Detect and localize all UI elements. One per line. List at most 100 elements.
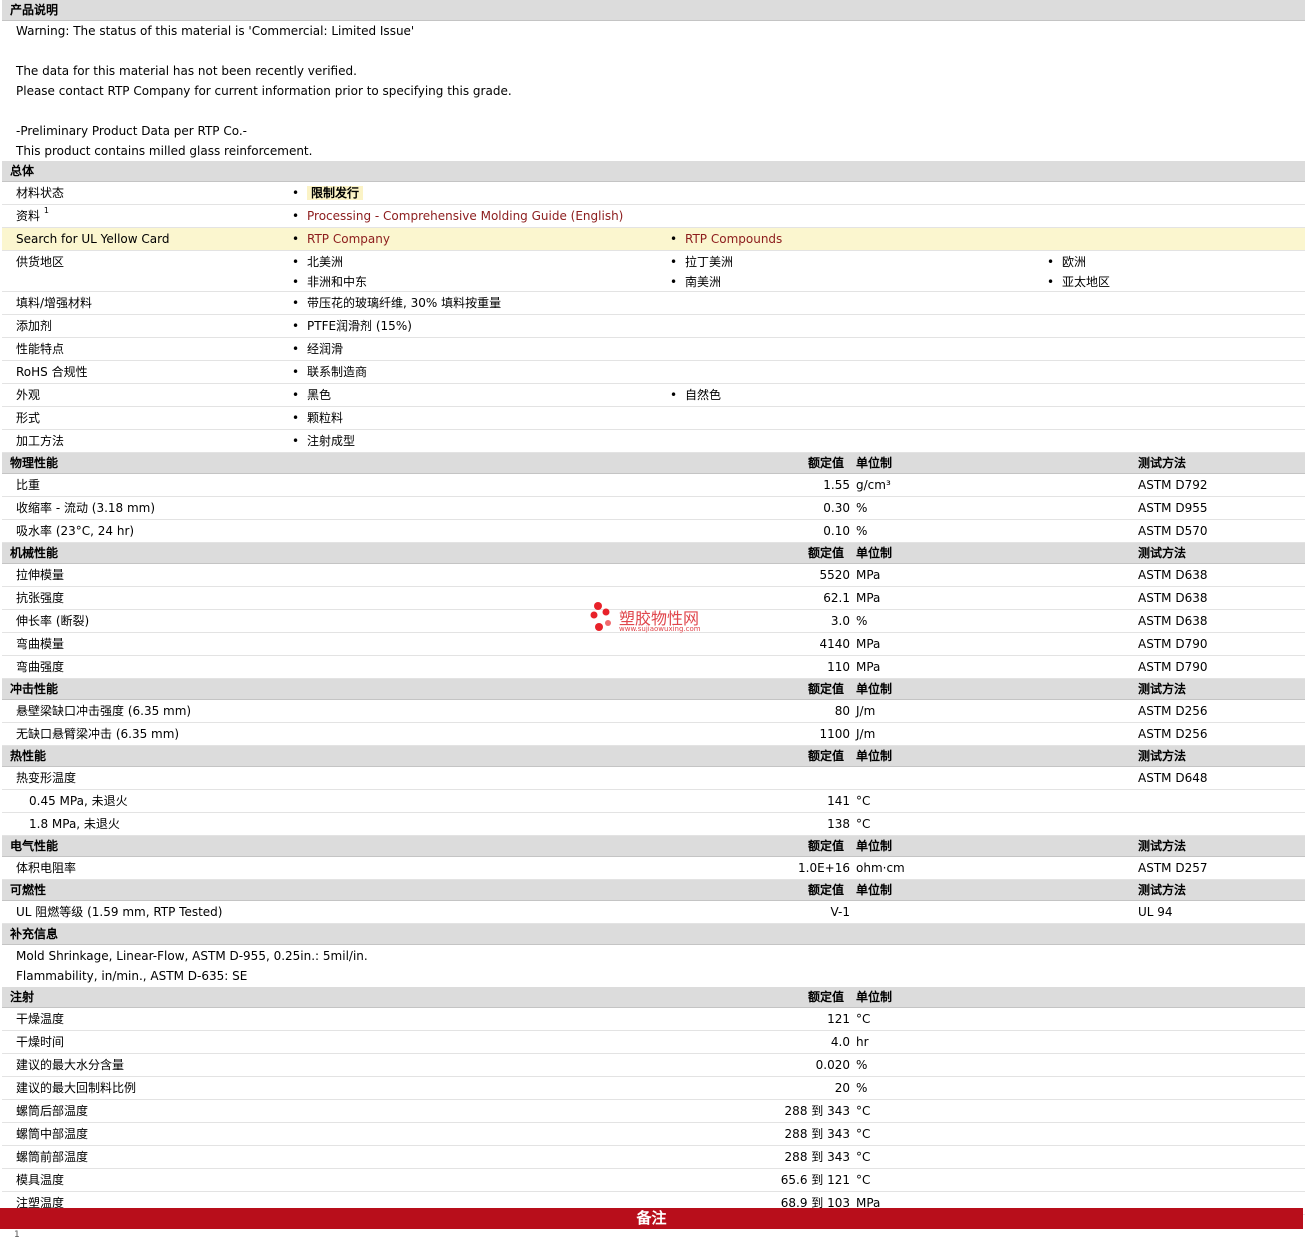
region-item: 欧洲 (1047, 251, 1086, 273)
property-label: 螺筒前部温度 (16, 1150, 89, 1164)
property-row: 收缩率 - 流动 (3.18 mm) 0.30 % ASTM D955 (2, 497, 1305, 520)
property-unit: % (856, 614, 868, 628)
property-unit: g/cm³ (856, 478, 891, 492)
property-unit: MPa (856, 568, 881, 582)
property-row: 模具温度 65.6 到 121 °C (2, 1169, 1305, 1192)
section-title: 机械性能 (10, 546, 59, 560)
property-label: 弯曲模量 (16, 637, 65, 651)
value-header: 额定值 (808, 883, 845, 897)
test-method: ASTM D638 (1138, 614, 1208, 628)
property-row: 干燥温度 121 °C (2, 1008, 1305, 1031)
property-value: 0.020 (815, 1058, 850, 1072)
property-label: 模具温度 (16, 1173, 65, 1187)
footnote-ref: 1 (43, 206, 49, 215)
appearance-value: 自然色 (670, 384, 721, 406)
watermark-url: www.sujiaowuxing.com (619, 625, 701, 633)
processing-guide-link[interactable]: Processing - Comprehensive Molding Guide… (307, 209, 623, 223)
rohs-value: 联系制造商 (292, 361, 367, 383)
property-label: 体积电阻率 (16, 861, 77, 875)
property-row: 建议的最大回制料比例 20 % (2, 1077, 1305, 1100)
property-value: 1.55 (823, 478, 850, 492)
description-line (16, 41, 1305, 61)
property-value: 288 到 343 (784, 1150, 850, 1164)
section-header-thermal: 热性能 额定值 单位制 测试方法 (2, 746, 1305, 767)
supplement-line: Mold Shrinkage, Linear-Flow, ASTM D-955,… (16, 949, 368, 963)
property-unit: ohm·cm (856, 861, 905, 875)
property-row: 吸水率 (23°C, 24 hr) 0.10 % ASTM D570 (2, 520, 1305, 543)
value-header: 额定值 (808, 682, 845, 696)
property-label: 吸水率 (23°C, 24 hr) (16, 524, 135, 538)
property-row: 无缺口悬臂梁冲击 (6.35 mm) 1100 J/m ASTM D256 (2, 723, 1305, 746)
test-method: ASTM D790 (1138, 660, 1208, 674)
property-row: 体积电阻率 1.0E+16 ohm·cm ASTM D257 (2, 857, 1305, 880)
region-item: 拉丁美洲 (670, 251, 733, 273)
property-unit: % (856, 501, 868, 515)
general-row-ul: Search for UL Yellow Card RTP Company RT… (2, 228, 1305, 251)
property-value: 121 (827, 1012, 850, 1026)
row-label: 添加剂 (16, 319, 53, 333)
property-value: 65.6 到 121 (780, 1173, 850, 1187)
section-title: 物理性能 (10, 456, 59, 470)
test-method: ASTM D256 (1138, 704, 1208, 718)
rtp-compounds-link[interactable]: RTP Compounds (685, 232, 782, 246)
general-row-rohs: RoHS 合规性 联系制造商 (2, 361, 1305, 384)
general-row-additive: 添加剂 PTFE润滑剂 (15%) (2, 315, 1305, 338)
property-unit: MPa (856, 637, 881, 651)
general-row-form: 形式 颗粒料 (2, 407, 1305, 430)
footnote-marker: 1 (14, 1230, 20, 1240)
property-value: 1.0E+16 (798, 861, 850, 875)
row-label: 性能特点 (16, 342, 65, 356)
test-method: ASTM D638 (1138, 568, 1208, 582)
property-label: 1.8 MPa, 未退火 (29, 817, 120, 831)
additive-value: PTFE润滑剂 (15%) (292, 315, 412, 337)
row-label: Search for UL Yellow Card (16, 232, 170, 246)
value-header: 额定值 (808, 839, 845, 853)
docs-item: Processing - Comprehensive Molding Guide… (292, 205, 623, 227)
value-header: 额定值 (808, 990, 845, 1004)
region-item: 亚太地区 (1047, 271, 1110, 293)
method-header: 测试方法 (1138, 839, 1187, 853)
property-value: 110 (827, 660, 850, 674)
property-subrow: 1.8 MPa, 未退火 138 °C (2, 813, 1305, 836)
property-label: 悬壁梁缺口冲击强度 (6.35 mm) (16, 704, 192, 718)
property-label: 干燥时间 (16, 1035, 65, 1049)
method-header: 测试方法 (1138, 749, 1187, 763)
property-label: 热变形温度 (16, 771, 77, 785)
section-header-flammability: 可燃性 额定值 单位制 测试方法 (2, 880, 1305, 901)
description-line: Please contact RTP Company for current i… (16, 84, 512, 98)
test-method: ASTM D570 (1138, 524, 1208, 538)
property-label: 收缩率 - 流动 (3.18 mm) (16, 501, 156, 515)
property-row: 拉伸模量 5520 MPa ASTM D638 (2, 564, 1305, 587)
section-title: 电气性能 (10, 839, 59, 853)
property-row: 螺筒前部温度 288 到 343 °C (2, 1146, 1305, 1169)
ul-item: RTP Compounds (670, 228, 782, 250)
property-row: 热变形温度 ASTM D648 (2, 767, 1305, 790)
rtp-company-link[interactable]: RTP Company (307, 232, 390, 246)
unit-header: 单位制 (856, 839, 893, 853)
section-title: 产品说明 (10, 3, 59, 17)
section-title: 可燃性 (10, 883, 47, 897)
test-method: ASTM D792 (1138, 478, 1208, 492)
property-value: 138 (827, 817, 850, 831)
region-item: 北美洲 (292, 251, 343, 273)
description-line: The data for this material has not been … (16, 64, 357, 78)
section-header-mechanical: 机械性能 额定值 单位制 测试方法 (2, 543, 1305, 564)
section-header-description: 产品说明 (2, 0, 1305, 21)
section-header-supplement: 补充信息 (2, 924, 1305, 945)
property-label: 伸长率 (断裂) (16, 614, 90, 628)
section-header-electrical: 电气性能 额定值 单位制 测试方法 (2, 836, 1305, 857)
property-row: 悬壁梁缺口冲击强度 (6.35 mm) 80 J/m ASTM D256 (2, 700, 1305, 723)
general-row-appearance: 外观 黑色 自然色 (2, 384, 1305, 407)
section-title: 注射 (10, 990, 35, 1004)
property-row: 建议的最大水分含量 0.020 % (2, 1054, 1305, 1077)
row-label: 加工方法 (16, 434, 65, 448)
property-unit: °C (856, 1104, 871, 1118)
status-badge: 限制发行 (307, 186, 364, 200)
test-method: UL 94 (1138, 905, 1173, 919)
section-title: 热性能 (10, 749, 47, 763)
row-label: 资料 1 (16, 205, 49, 227)
method-header: 测试方法 (1138, 546, 1187, 560)
property-unit: °C (856, 794, 871, 808)
property-value: 288 到 343 (784, 1127, 850, 1141)
test-method: ASTM D955 (1138, 501, 1208, 515)
